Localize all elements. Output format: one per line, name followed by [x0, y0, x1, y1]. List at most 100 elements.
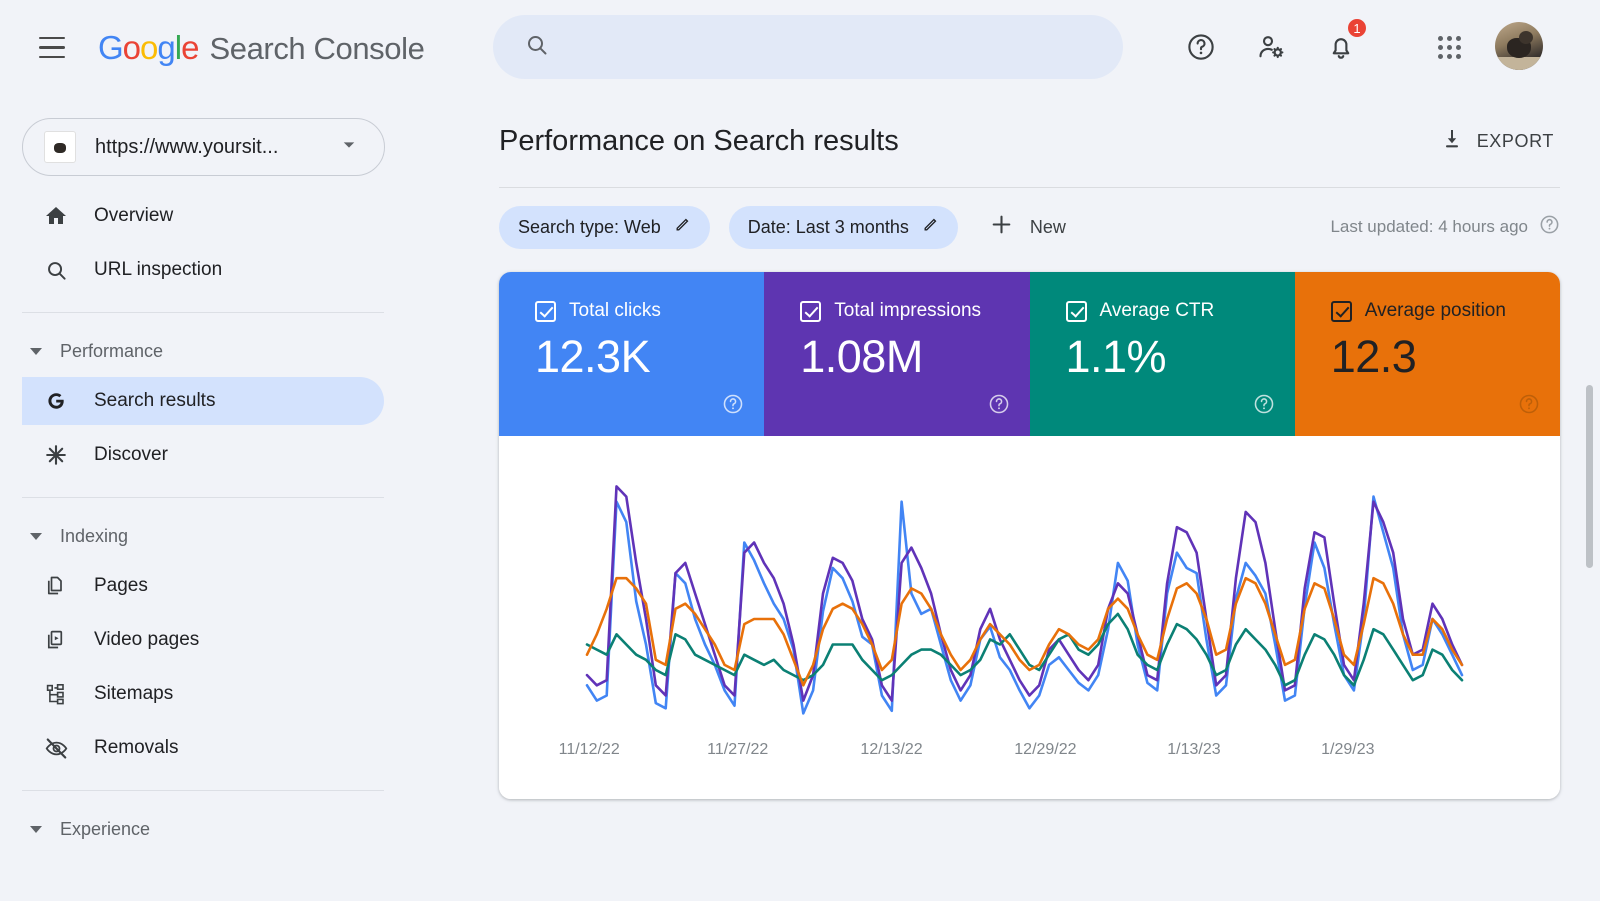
property-url-label: https://www.yoursit... — [95, 136, 278, 159]
performance-card: Total clicks 12.3K Total impressions 1.0… — [499, 272, 1560, 799]
sidebar-item-video-pages[interactable]: Video pages — [22, 616, 384, 664]
sidebar-group-experience[interactable]: Experience — [30, 809, 380, 849]
sitemaps-icon — [42, 682, 70, 706]
sidebar-group-performance[interactable]: Performance — [30, 331, 380, 371]
sidebar-item-label: Search results — [94, 390, 215, 412]
caret-down-icon — [30, 348, 42, 355]
sidebar-item-label: Overview — [94, 205, 173, 227]
avatar[interactable] — [1495, 22, 1543, 70]
metric-title: Total impressions — [834, 300, 981, 322]
notifications-bell-icon[interactable]: 1 — [1318, 24, 1364, 70]
discover-asterisk-icon — [42, 443, 70, 467]
metric-card-average-position[interactable]: Average position 12.3 — [1295, 272, 1560, 436]
sidebar-item-overview[interactable]: Overview — [22, 192, 384, 240]
help-icon[interactable] — [1253, 393, 1275, 420]
scrollbar-thumb[interactable] — [1586, 385, 1593, 568]
caret-down-icon — [30, 826, 42, 833]
metric-value: 1.1% — [1066, 331, 1295, 383]
metric-checkbox[interactable] — [1066, 301, 1087, 322]
help-icon[interactable] — [1539, 214, 1560, 240]
sidebar-top-nav: Overview URL inspection — [0, 192, 493, 294]
help-icon[interactable] — [988, 393, 1010, 420]
metric-checkbox[interactable] — [1331, 301, 1352, 322]
sidebar-item-url-inspection[interactable]: URL inspection — [22, 246, 384, 294]
eye-off-icon — [42, 736, 70, 761]
metric-card-average-ctr[interactable]: Average CTR 1.1% — [1030, 272, 1295, 436]
sidebar-item-search-results[interactable]: Search results — [22, 377, 384, 425]
site-thumbnail-icon — [44, 131, 76, 163]
sidebar-group-label: Indexing — [60, 526, 128, 547]
metric-value: 12.3 — [1331, 331, 1560, 383]
add-new-filter-button[interactable]: New — [977, 204, 1078, 250]
help-icon[interactable] — [722, 393, 744, 420]
metric-title: Average CTR — [1100, 300, 1215, 322]
sidebar-item-sitemaps[interactable]: Sitemaps — [22, 670, 384, 718]
video-pages-icon — [42, 628, 70, 652]
app-brand: Google Search Console — [98, 29, 424, 67]
property-selector[interactable]: https://www.yoursit... — [22, 118, 385, 176]
sidebar-divider — [22, 312, 384, 313]
sidebar-group-indexing[interactable]: Indexing — [30, 516, 380, 556]
sidebar-item-removals[interactable]: Removals — [22, 724, 384, 772]
sidebar-item-label: Video pages — [94, 629, 199, 651]
pencil-icon — [922, 216, 939, 238]
sidebar-divider — [22, 790, 384, 791]
sidebar-group-label: Experience — [60, 819, 150, 840]
metric-checkbox[interactable] — [800, 301, 821, 322]
metric-title: Average position — [1365, 300, 1506, 322]
app-header: Google Search Console 1 — [0, 0, 1600, 95]
download-icon — [1440, 127, 1464, 156]
page-title: Performance on Search results — [499, 125, 899, 158]
export-label: EXPORT — [1477, 131, 1554, 152]
chart-x-tick: 1/13/23 — [1167, 741, 1220, 759]
person-gear-icon[interactable] — [1248, 24, 1294, 70]
hamburger-menu-icon[interactable] — [30, 26, 74, 70]
chart-x-axis: 11/12/2211/27/2212/13/2212/29/221/13/231… — [499, 741, 1560, 763]
sidebar-item-pages[interactable]: Pages — [22, 562, 384, 610]
google-logo: Google — [98, 29, 198, 67]
search-icon — [525, 33, 549, 62]
chart-x-tick: 11/27/22 — [707, 741, 768, 759]
chart-x-tick: 12/13/22 — [860, 741, 922, 759]
filter-chip-search-type[interactable]: Search type: Web — [499, 206, 710, 249]
metric-value: 1.08M — [800, 331, 1029, 383]
metric-title: Total clicks — [569, 300, 661, 322]
home-icon — [42, 204, 70, 228]
help-icon[interactable] — [1178, 24, 1224, 70]
sidebar-item-label: Discover — [94, 444, 168, 466]
filter-chip-label: Date: Last 3 months — [748, 217, 909, 238]
metric-cards: Total clicks 12.3K Total impressions 1.0… — [499, 272, 1560, 436]
sidebar-item-discover[interactable]: Discover — [22, 431, 384, 479]
metric-value: 12.3K — [535, 331, 764, 383]
pages-icon — [42, 574, 70, 598]
add-new-filter-label: New — [1030, 217, 1066, 238]
chart-x-tick: 11/12/22 — [559, 741, 620, 759]
sidebar-divider — [22, 497, 384, 498]
chevron-down-icon — [340, 136, 358, 159]
sidebar-item-label: Removals — [94, 737, 178, 759]
caret-down-icon — [30, 533, 42, 540]
metric-checkbox[interactable] — [535, 301, 556, 322]
main-content: Performance on Search results EXPORT Sea… — [493, 95, 1600, 901]
metric-card-total-clicks[interactable]: Total clicks 12.3K — [499, 272, 764, 436]
search-bar[interactable] — [493, 15, 1123, 79]
sidebar-item-label: Pages — [94, 575, 148, 597]
sidebar: https://www.yoursit... Overview URL insp… — [0, 95, 493, 901]
plus-icon — [989, 212, 1014, 242]
chart-x-tick: 1/29/23 — [1321, 741, 1374, 759]
apps-grid-icon[interactable] — [1426, 24, 1472, 70]
last-updated-text: Last updated: 4 hours ago — [1330, 217, 1528, 237]
filter-bar: Search type: Web Date: Last 3 months Ne — [493, 188, 1600, 266]
search-input[interactable] — [565, 37, 1123, 57]
page-scrollbar[interactable] — [1585, 95, 1597, 901]
filter-chip-date[interactable]: Date: Last 3 months — [729, 206, 958, 249]
export-button[interactable]: EXPORT — [1434, 119, 1560, 164]
metric-card-total-impressions[interactable]: Total impressions 1.08M — [764, 272, 1029, 436]
search-icon — [42, 259, 70, 282]
sidebar-group-label: Performance — [60, 341, 163, 362]
sidebar-item-label: URL inspection — [94, 259, 222, 281]
google-g-icon — [42, 389, 70, 413]
sidebar-item-label: Sitemaps — [94, 683, 173, 705]
performance-chart[interactable]: 11/12/2211/27/2212/13/2212/29/221/13/231… — [499, 436, 1560, 799]
help-icon[interactable] — [1518, 393, 1540, 420]
